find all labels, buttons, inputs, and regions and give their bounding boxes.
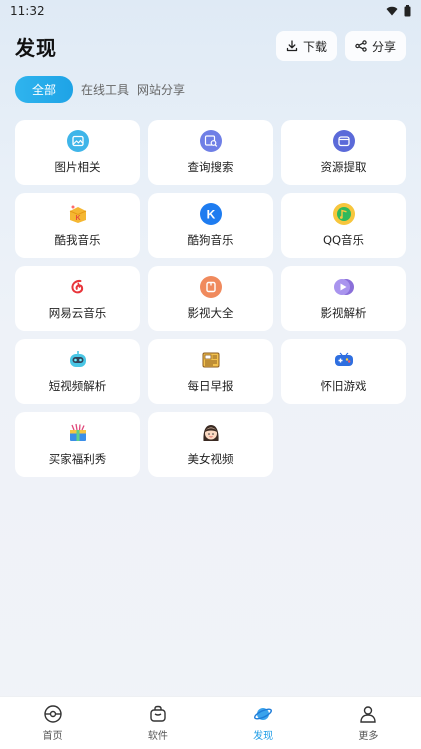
nav-more[interactable]: 更多 — [316, 697, 421, 749]
robot-icon — [67, 349, 89, 371]
share-button[interactable]: 分享 — [344, 31, 406, 61]
card-label: 影视大全 — [187, 306, 234, 320]
bag-icon — [150, 705, 166, 722]
card-qq-music[interactable]: QQ音乐 — [281, 193, 406, 258]
nav-label: 首页 — [42, 731, 63, 742]
card-resource-extract[interactable]: 资源提取 — [281, 120, 406, 185]
card-buyer-show[interactable]: 买家福利秀 — [15, 412, 140, 477]
card-netease-music[interactable]: 网易云音乐 — [15, 266, 140, 331]
download-label: 下载 — [302, 39, 327, 54]
status-time: 11:32 — [10, 4, 45, 18]
battery-icon — [404, 5, 411, 17]
share-icon — [355, 40, 367, 52]
card-label: 酷我音乐 — [54, 233, 101, 247]
kuwo-icon: K — [67, 203, 89, 225]
category-tabs: 全部 在线工具 网站分享 — [15, 76, 185, 103]
card-label: 图片相关 — [54, 160, 101, 174]
nav-label: 更多 — [358, 731, 379, 742]
image-icon — [66, 130, 89, 152]
card-label: 酷狗音乐 — [187, 233, 234, 247]
girl-icon — [200, 422, 222, 444]
kugou-icon: K — [199, 203, 222, 225]
card-label: 美女视频 — [187, 452, 234, 466]
card-label: 买家福利秀 — [48, 452, 107, 466]
card-label: 网易云音乐 — [48, 306, 107, 320]
bottom-nav: 首页 软件 发现 更多 — [0, 696, 421, 749]
page-title: 发现 — [15, 35, 57, 60]
wifi-icon — [386, 6, 398, 16]
gamepad-icon — [333, 349, 355, 371]
planet-icon — [254, 708, 273, 720]
card-label: 每日早报 — [187, 379, 234, 393]
card-retro-games[interactable]: 怀旧游戏 — [281, 339, 406, 404]
status-icons — [386, 5, 411, 17]
tv-icon — [199, 276, 222, 298]
card-label: 资源提取 — [320, 160, 367, 174]
search-icon — [199, 130, 222, 152]
share-label: 分享 — [371, 39, 396, 54]
gift-icon — [67, 422, 89, 444]
card-movie-collection[interactable]: 影视大全 — [148, 266, 273, 331]
card-label: 影视解析 — [320, 306, 367, 320]
download-button[interactable]: 下载 — [275, 31, 337, 61]
qq-music-icon — [332, 203, 355, 225]
card-label: 短视频解析 — [48, 379, 107, 393]
nav-software[interactable]: 软件 — [105, 697, 210, 749]
netease-music-icon — [66, 276, 89, 298]
status-bar: 11:32 — [0, 0, 421, 22]
svg-text:K: K — [75, 215, 80, 222]
card-image-related[interactable]: 图片相关 — [15, 120, 140, 185]
tab-site-share[interactable]: 网站分享 — [137, 76, 185, 103]
feature-grid: 图片相关 查询搜索 资源提取 K 酷我音乐 K 酷狗音乐 QQ音乐 网易云音乐 … — [15, 120, 406, 477]
card-query-search[interactable]: 查询搜索 — [148, 120, 273, 185]
user-icon — [360, 706, 377, 723]
card-daily-news[interactable]: 每日早报 — [148, 339, 273, 404]
card-label: 怀旧游戏 — [320, 379, 367, 393]
nav-label: 发现 — [253, 731, 274, 742]
nav-discover[interactable]: 发现 — [211, 697, 316, 749]
card-short-video-parse[interactable]: 短视频解析 — [15, 339, 140, 404]
download-icon — [286, 40, 298, 52]
card-kuwo-music[interactable]: K 酷我音乐 — [15, 193, 140, 258]
card-beauty-video[interactable]: 美女视频 — [148, 412, 273, 477]
page-header: 发现 下载 分享 — [0, 28, 421, 64]
tab-all[interactable]: 全部 — [15, 76, 74, 103]
nav-label: 软件 — [147, 731, 168, 742]
tab-online-tools[interactable]: 在线工具 — [81, 76, 129, 103]
newspaper-icon — [200, 349, 222, 371]
extract-icon — [332, 130, 355, 152]
card-label: 查询搜索 — [187, 160, 234, 174]
card-label: QQ音乐 — [322, 233, 365, 247]
svg-text:K: K — [206, 208, 215, 222]
nav-home[interactable]: 首页 — [0, 697, 105, 749]
home-icon — [43, 705, 62, 723]
card-video-parse[interactable]: 影视解析 — [281, 266, 406, 331]
video-parse-icon — [333, 276, 355, 298]
card-kugou-music[interactable]: K 酷狗音乐 — [148, 193, 273, 258]
